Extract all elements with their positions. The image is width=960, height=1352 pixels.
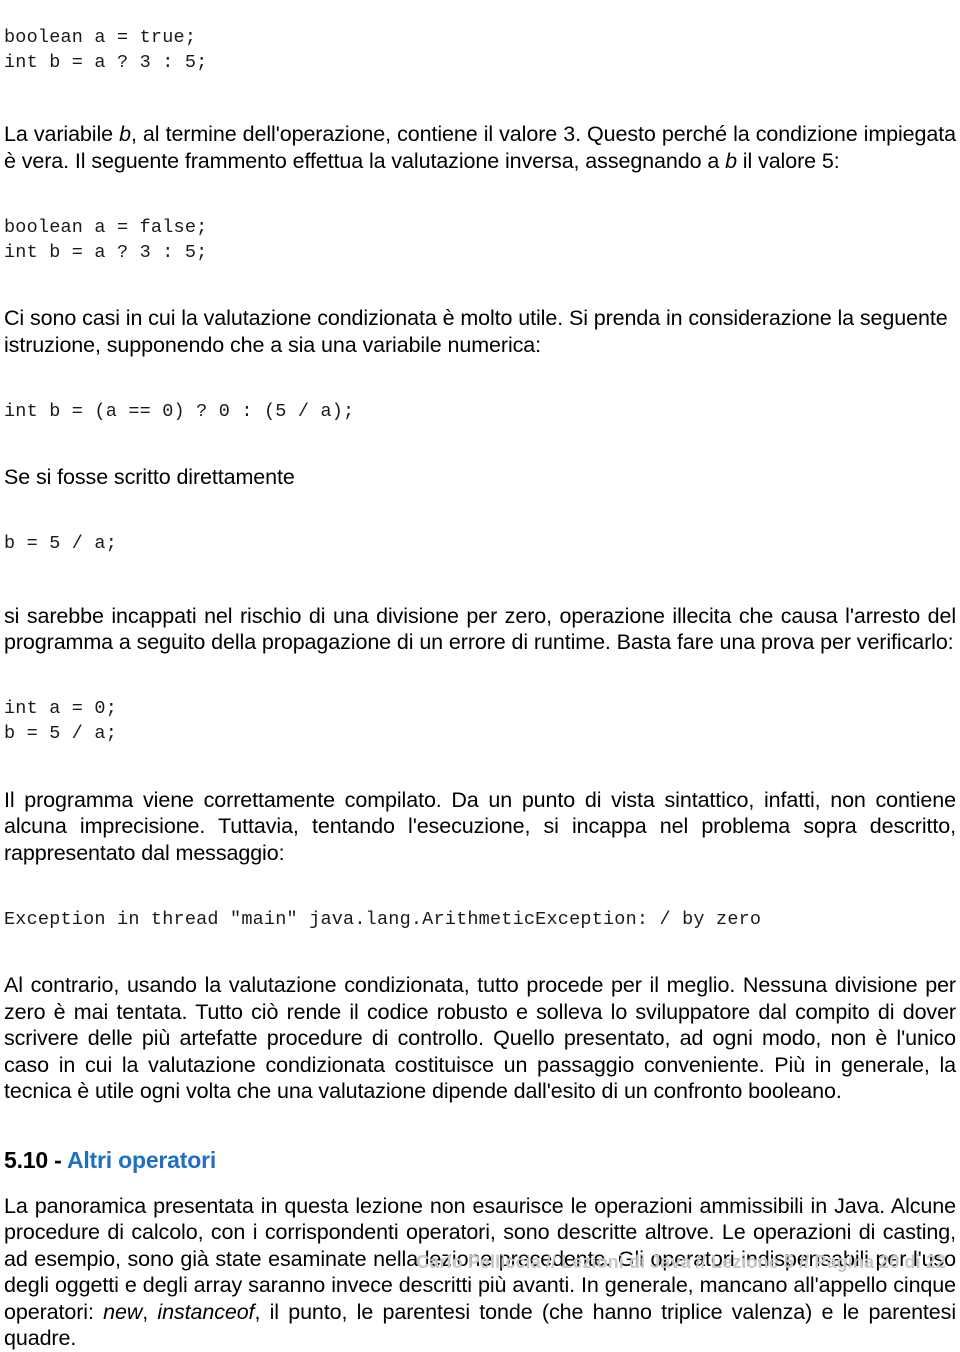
- paragraph-1-part-c: il valore 5:: [736, 148, 840, 173]
- section-number: 5.10 -: [4, 1146, 67, 1173]
- paragraph-4: si sarebbe incappati nel rischio di una …: [4, 603, 956, 655]
- paragraph-6: Al contrario, usando la valutazione cond…: [4, 973, 956, 1103]
- paragraph-1-italic-b: b: [119, 122, 131, 146]
- keyword-new: new: [103, 1299, 143, 1324]
- code-block-3: int b = (a == 0) ? 0 : (5 / a);: [4, 400, 355, 422]
- paragraph-1-italic-b2: b: [725, 148, 737, 173]
- paragraph-5: Il programma viene correttamente compila…: [4, 787, 956, 865]
- code-block-6: Exception in thread "main" java.lang.Ari…: [4, 908, 762, 930]
- code-block-1: boolean a = true; int b = a ? 3 : 5;: [4, 26, 208, 73]
- section-title: Altri operatori: [66, 1146, 217, 1173]
- paragraph-1-part-a: La variabile: [4, 122, 120, 146]
- paragraph-7-separator: ,: [142, 1299, 158, 1324]
- document-page: boolean a = true; int b = a ? 3 : 5; La …: [0, 0, 960, 1351]
- code-block-2: boolean a = false; int b = a ? 3 : 5;: [4, 216, 208, 263]
- code-block-5: int a = 0; b = 5 / a;: [4, 698, 118, 744]
- code-block-4: b = 5 / a;: [4, 533, 118, 554]
- paragraph-2: Ci sono casi in cui la valutazione condi…: [4, 306, 948, 357]
- section-heading: 5.10 - Altri operatori: [4, 1146, 956, 1174]
- page-footer: Carlo Pelliccia // Lezioni di Java // Le…: [416, 1252, 946, 1272]
- keyword-instanceof: instanceof: [157, 1299, 255, 1324]
- paragraph-3: Se si fosse scritto direttamente: [4, 465, 295, 489]
- paragraph-1: La variabile b, al termine dell'operazio…: [4, 121, 956, 174]
- page-content: boolean a = true; int b = a ? 3 : 5; La …: [4, 6, 956, 1352]
